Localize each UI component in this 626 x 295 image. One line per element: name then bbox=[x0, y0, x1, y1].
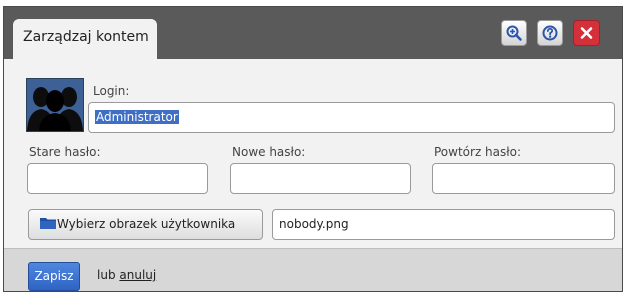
choose-image-label: Wybierz obrazek użytkownika bbox=[57, 217, 236, 231]
new-password-label: Nowe hasło: bbox=[232, 145, 306, 159]
image-filename-field[interactable]: nobody.png bbox=[272, 209, 615, 240]
old-password-label: Stare hasło: bbox=[29, 145, 101, 159]
manage-account-dialog: Zarządzaj kontem Login: Administrator St… bbox=[3, 6, 623, 292]
old-password-input[interactable] bbox=[27, 163, 208, 194]
folder-icon bbox=[40, 218, 56, 229]
zoom-button[interactable] bbox=[501, 20, 527, 46]
users-group-icon bbox=[27, 79, 83, 131]
login-label: Login: bbox=[93, 84, 130, 98]
login-input[interactable]: Administrator bbox=[88, 102, 615, 133]
new-password-input[interactable] bbox=[230, 163, 411, 194]
login-value: Administrator bbox=[95, 110, 179, 124]
or-text: lub bbox=[97, 268, 116, 282]
image-filename: nobody.png bbox=[279, 217, 349, 231]
close-button[interactable] bbox=[573, 20, 600, 46]
dialog-title: Zarządzaj kontem bbox=[23, 29, 149, 45]
zoom-in-icon bbox=[506, 25, 522, 41]
choose-image-button[interactable]: Wybierz obrazek użytkownika bbox=[28, 209, 263, 240]
repeat-password-label: Powtórz hasło: bbox=[434, 145, 522, 159]
cancel-link[interactable]: anuluj bbox=[119, 268, 156, 282]
dialog-title-tab: Zarządzaj kontem bbox=[13, 19, 157, 60]
cancel-text: lub anuluj bbox=[97, 268, 156, 282]
help-icon bbox=[542, 25, 558, 41]
user-avatar bbox=[26, 78, 84, 132]
dialog-content: Login: Administrator Stare hasło: Nowe h… bbox=[4, 59, 622, 248]
close-icon bbox=[580, 27, 593, 39]
help-button[interactable] bbox=[537, 20, 563, 46]
dialog-footer: Zapisz lub anuluj bbox=[4, 248, 622, 291]
dialog-titlebar: Zarządzaj kontem bbox=[4, 7, 622, 60]
save-button[interactable]: Zapisz bbox=[28, 262, 80, 291]
repeat-password-input[interactable] bbox=[432, 163, 615, 194]
